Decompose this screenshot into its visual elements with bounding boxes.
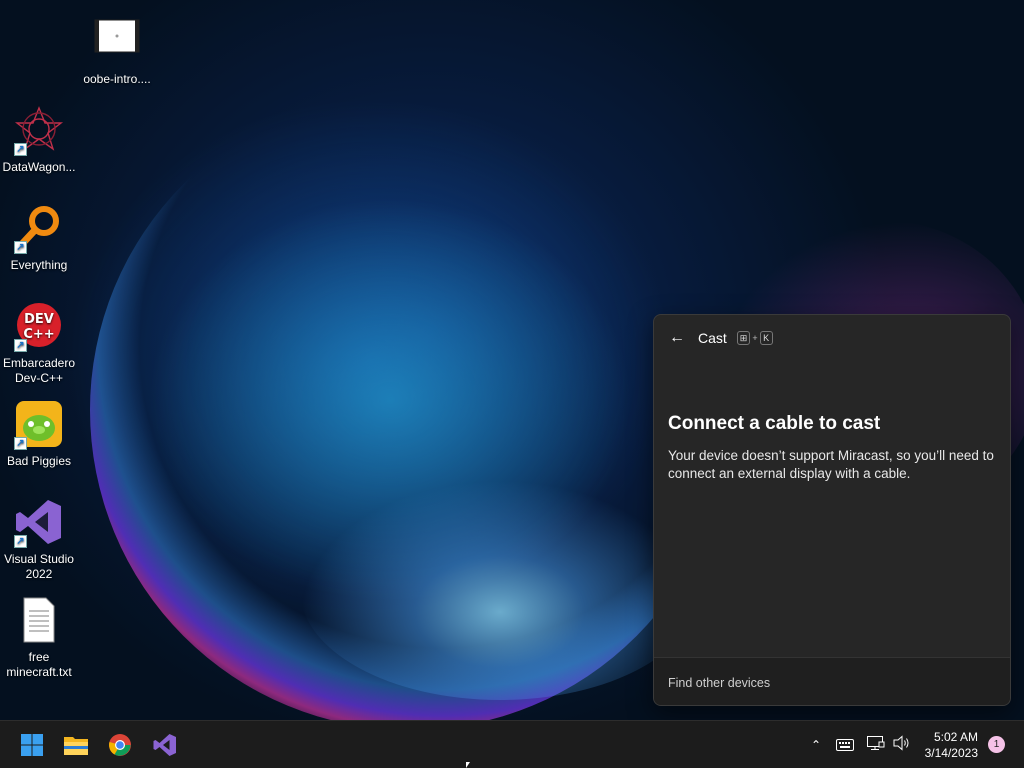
svg-text:DEV: DEV bbox=[24, 312, 54, 327]
desktop-icon-label: oobe-intro.... bbox=[83, 72, 151, 86]
keyboard-shortcut: ⊞ + K bbox=[736, 331, 773, 345]
shortcut-arrow-icon: ↗ bbox=[14, 535, 27, 548]
desktop-icon-everything[interactable]: ↗ Everything bbox=[1, 204, 77, 273]
desktop-icon-label: free minecraft.txt bbox=[6, 650, 72, 679]
visual-studio-taskbar-icon[interactable] bbox=[149, 729, 181, 761]
cast-description: Your device doesn’t support Miracast, so… bbox=[668, 448, 994, 481]
clock-date: 3/14/2023 bbox=[924, 746, 978, 760]
datawagon-icon: ↗ bbox=[14, 106, 64, 156]
visual-studio-icon: ↗ bbox=[14, 498, 64, 548]
keyboard-icon[interactable] bbox=[836, 736, 854, 755]
shortcut-arrow-icon: ↗ bbox=[14, 241, 27, 254]
shortcut-arrow-icon: ↗ bbox=[14, 437, 27, 450]
shortcut-arrow-icon: ↗ bbox=[14, 339, 27, 352]
chrome-icon[interactable] bbox=[104, 729, 136, 761]
desktop-icon-label: Visual Studio 2022 bbox=[4, 552, 74, 581]
video-file-icon bbox=[92, 18, 142, 68]
find-other-devices-link[interactable]: Find other devices bbox=[654, 657, 1010, 705]
svg-text:C++: C++ bbox=[23, 327, 54, 342]
text-file-icon bbox=[14, 596, 64, 646]
taskbar: ⌃ 5:02 AM 3/14/2023 bbox=[0, 720, 1024, 768]
windows-key-icon: ⊞ bbox=[736, 331, 751, 345]
desktop-icon-bad-piggies[interactable]: ↗ Bad Piggies bbox=[1, 400, 77, 469]
cast-header: ← Cast ⊞ + K bbox=[666, 327, 773, 349]
chevron-up-icon[interactable]: ⌃ bbox=[806, 738, 826, 752]
wallpaper-glow bbox=[300, 480, 700, 700]
network-icon[interactable] bbox=[867, 735, 885, 755]
notification-badge[interactable]: 1 bbox=[988, 736, 1005, 753]
volume-icon[interactable] bbox=[893, 735, 911, 755]
cast-title: Cast bbox=[698, 330, 727, 346]
cast-heading: Connect a cable to cast bbox=[668, 413, 881, 434]
cast-panel: ← Cast ⊞ + K Connect a cable to cast You… bbox=[653, 314, 1011, 706]
back-arrow-icon[interactable]: ← bbox=[666, 327, 688, 349]
mouse-cursor bbox=[466, 762, 470, 768]
start-icon[interactable] bbox=[16, 729, 48, 761]
shortcut-arrow-icon: ↗ bbox=[14, 143, 27, 156]
wallpaper-bloom bbox=[90, 90, 730, 730]
desktop-icon-datawagon[interactable]: ↗ DataWagon... bbox=[1, 106, 77, 175]
system-tray: ⌃ bbox=[806, 721, 911, 768]
desktop-icon-visual-studio[interactable]: ↗ Visual Studio 2022 bbox=[1, 498, 77, 582]
shortcut-plus: + bbox=[752, 333, 758, 343]
desktop-icon-label: DataWagon... bbox=[2, 160, 76, 174]
bad-piggies-icon: ↗ bbox=[14, 400, 64, 450]
desktop-icon-label: Bad Piggies bbox=[6, 454, 72, 468]
desktop-icon-label: Everything bbox=[10, 258, 68, 272]
desktop-icon-devcpp[interactable]: DEV C++ ↗ Embarcadero Dev-C++ bbox=[1, 302, 77, 386]
desktop-icon-oobe-intro[interactable]: oobe-intro.... bbox=[79, 18, 155, 87]
clock-time: 5:02 AM bbox=[933, 730, 978, 744]
devcpp-icon: DEV C++ ↗ bbox=[14, 302, 64, 352]
everything-search-icon: ↗ bbox=[14, 204, 64, 254]
k-key: K bbox=[759, 331, 773, 345]
clock[interactable]: 5:02 AM 3/14/2023 bbox=[925, 729, 978, 761]
file-explorer-icon[interactable] bbox=[60, 729, 92, 761]
desktop-icon-label: Embarcadero Dev-C++ bbox=[2, 356, 76, 385]
desktop-icon-free-minecraft[interactable]: free minecraft.txt bbox=[1, 596, 77, 680]
